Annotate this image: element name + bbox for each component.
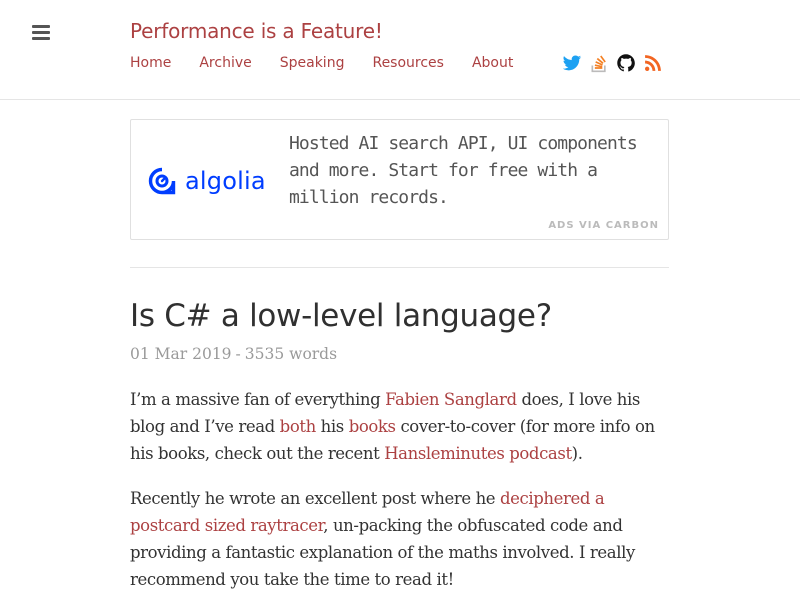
post-meta: 01 Mar 2019-3535 words	[130, 345, 337, 363]
paragraph-text: ).	[571, 444, 583, 463]
algolia-wordmark: algolia	[185, 167, 266, 195]
main-nav: Home Archive Speaking Resources About	[130, 55, 541, 71]
link-books[interactable]: books	[349, 417, 396, 436]
link-hansleminutes-podcast[interactable]: Hansleminutes podcast	[384, 444, 572, 463]
post-date: 01 Mar 2019	[130, 345, 232, 363]
ad-text[interactable]: Hosted AI search API, UI components and …	[289, 130, 659, 211]
github-icon[interactable]	[616, 53, 636, 73]
divider	[130, 267, 669, 268]
paragraph-text: his	[315, 417, 349, 436]
nav-speaking[interactable]: Speaking	[280, 55, 345, 71]
nav-about[interactable]: About	[472, 55, 513, 71]
stackoverflow-icon[interactable]	[589, 53, 609, 73]
paragraph-text: Recently he wrote an excellent post wher…	[130, 489, 501, 508]
twitter-icon[interactable]	[562, 53, 582, 73]
carbon-ad[interactable]: algolia Hosted AI search API, UI compone…	[130, 119, 669, 240]
post-word-count: 3535 words	[244, 345, 338, 363]
nav-archive[interactable]: Archive	[199, 55, 251, 71]
algolia-icon	[148, 167, 176, 195]
site-header: Performance is a Feature! Home Archive S…	[0, 0, 800, 100]
meta-separator: -	[235, 345, 241, 363]
paragraph-text: I’m a massive fan of everything	[130, 390, 386, 409]
hamburger-menu-icon[interactable]	[32, 25, 50, 40]
nav-resources[interactable]: Resources	[372, 55, 444, 71]
post-title: Is C# a low-level language?	[130, 298, 552, 334]
link-fabien-sanglard[interactable]: Fabien Sanglard	[385, 390, 517, 409]
social-links	[562, 53, 663, 73]
algolia-logo[interactable]: algolia	[147, 166, 266, 196]
nav-home[interactable]: Home	[130, 55, 171, 71]
post-paragraph: Recently he wrote an excellent post wher…	[130, 485, 675, 593]
ads-via-carbon-link[interactable]: ADS VIA CARBON	[548, 220, 659, 231]
rss-icon[interactable]	[643, 53, 663, 73]
link-both[interactable]: both	[280, 417, 317, 436]
site-title[interactable]: Performance is a Feature!	[130, 19, 383, 43]
post-paragraph: I’m a massive fan of everything Fabien S…	[130, 386, 675, 467]
